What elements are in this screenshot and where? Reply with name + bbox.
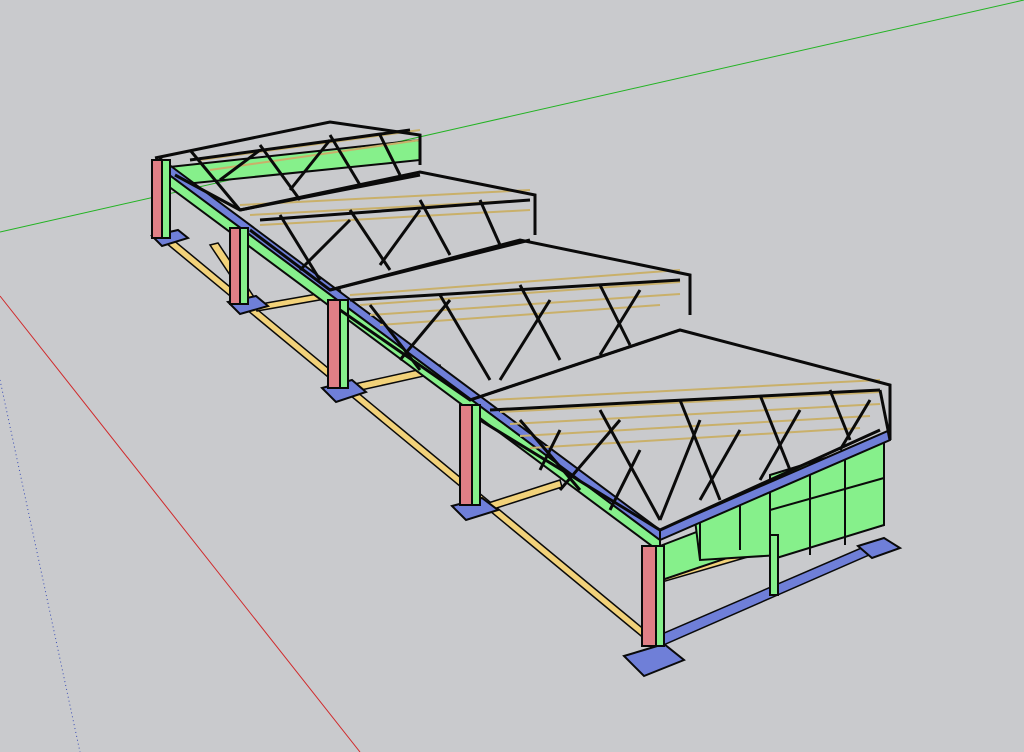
red-axis <box>0 295 361 752</box>
axes <box>0 0 1024 752</box>
blue-dotted-axis <box>0 379 81 752</box>
wall-panels <box>157 138 886 582</box>
3d-viewport[interactable] <box>0 0 1024 752</box>
model-canvas[interactable] <box>0 0 1024 752</box>
